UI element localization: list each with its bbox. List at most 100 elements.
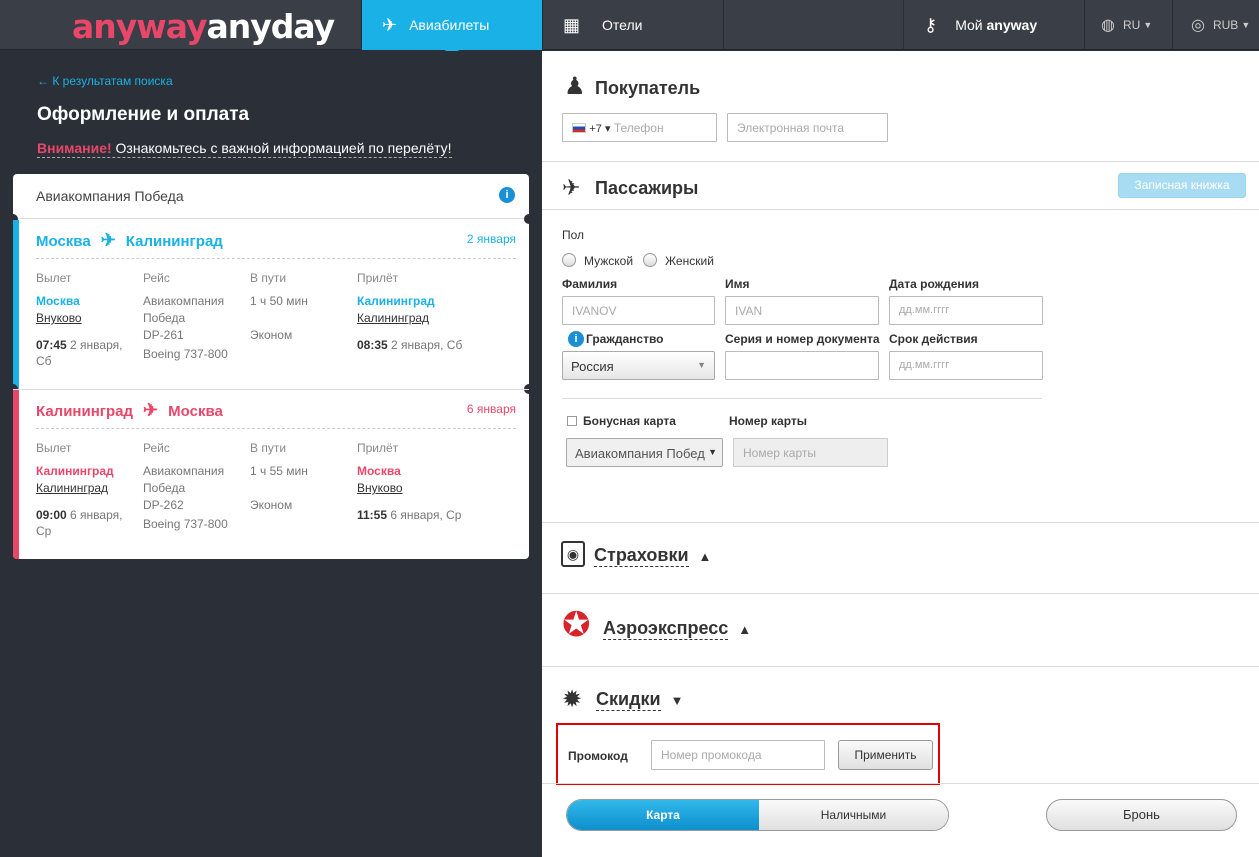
departure-time: 09:00 (36, 508, 67, 522)
coins-icon: ◎ (1191, 17, 1205, 34)
surname-input[interactable]: IVANOV (562, 296, 715, 325)
dob-input[interactable]: дд.мм.гггг (889, 296, 1043, 325)
departure-label: Вылет (36, 271, 72, 285)
pay-by-card-option[interactable]: Карта (567, 800, 759, 830)
gender-male-radio[interactable] (562, 253, 576, 267)
insurance-title: Страховки (594, 545, 689, 567)
logo[interactable]: anywayanyday (72, 7, 336, 46)
duration-label: В пути (250, 271, 287, 285)
checkout-form: ♟ Покупатель +7 ▾ Телефон Электронная по… (542, 51, 1259, 857)
email-field[interactable]: Электронная почта (727, 113, 888, 142)
address-book-button[interactable]: Записная книжка (1118, 173, 1246, 198)
cabin-class: Эконом (250, 328, 293, 342)
segment-route: Москва ✈ Калининград (36, 230, 223, 251)
phone-placeholder: Телефон (613, 121, 664, 135)
arrival-city: Москва (357, 464, 401, 478)
citizenship-value: Россия (571, 359, 614, 374)
discounts-toggle[interactable]: Скидки ▼ (596, 689, 683, 711)
nav-label-hotels: Отели (602, 17, 643, 33)
duration-column: В пути 1 ч 50 мин Эконом (250, 270, 350, 344)
name-input[interactable]: IVAN (725, 296, 879, 325)
expiry-input[interactable]: дд.мм.гггг (889, 351, 1043, 380)
aeroexpress-logo-icon: ✪ (562, 606, 591, 644)
pay-by-cash-option[interactable]: Наличными (759, 800, 948, 830)
phone-field[interactable]: +7 ▾ Телефон (562, 113, 717, 142)
building-icon: ▦ (563, 14, 581, 35)
logo-part-2: anyday (206, 7, 336, 46)
departure-label: Вылет (36, 441, 72, 455)
divider (542, 593, 1259, 594)
divider (542, 666, 1259, 667)
warning-label: Внимание! (37, 140, 112, 156)
divider (36, 428, 516, 429)
route-from: Москва (36, 233, 91, 250)
chevron-down-icon: ▼ (697, 360, 706, 370)
segment-route: Калининград ✈ Москва (36, 400, 223, 421)
arrival-label: Прилёт (357, 271, 399, 285)
discounts-title: Скидки (596, 689, 661, 711)
arrival-label: Прилёт (357, 441, 399, 455)
citizenship-label: Гражданство (586, 332, 664, 346)
route-to: Москва (168, 403, 223, 420)
card-header: Авиакомпания Победа i (13, 174, 529, 219)
plane-icon: ✈ (382, 14, 398, 35)
bonus-card-checkbox[interactable] (567, 416, 577, 426)
language-selector[interactable]: ◍ RU ▼ (1084, 0, 1172, 50)
gender-female-radio[interactable] (643, 253, 657, 267)
carrier-name: Авиакомпания Победа (143, 464, 225, 495)
document-input[interactable] (725, 351, 879, 380)
arrival-airport[interactable]: Калининград (357, 310, 517, 327)
card-number-input[interactable]: Номер карты (733, 438, 888, 467)
departure-airport[interactable]: Внуково (36, 310, 136, 327)
info-icon[interactable]: i (568, 331, 584, 347)
insurance-toggle[interactable]: Страховки ▲ (594, 545, 712, 567)
arrival-airport[interactable]: Внуково (357, 480, 517, 497)
flight-summary-card: Авиакомпания Победа i Москва ✈ Калининград… (13, 174, 529, 559)
nav-spacer (723, 0, 903, 50)
segment-color-bar (13, 220, 19, 390)
plane-icon: ✈ (562, 175, 581, 200)
flight-column: Рейс Авиакомпания Победа DP-262 Boeing 7… (143, 440, 243, 533)
gender-male-label[interactable]: Мужской (584, 254, 633, 268)
flight-segment-outbound: Москва ✈ Калининград 2 января Вылет Москва… (13, 220, 529, 390)
nav-my-anyway[interactable]: ⚷ Мой anyway (903, 0, 1084, 50)
gender-female-label[interactable]: Женский (665, 254, 714, 268)
arrival-time: 08:35 (357, 338, 388, 352)
phone-country-code[interactable]: +7 ▾ (589, 123, 610, 135)
nav-tab-flights[interactable]: ✈ Авиабилеты (361, 0, 542, 57)
apply-promo-button[interactable]: Применить (838, 740, 933, 770)
aircraft-type: Boeing 737-800 (143, 347, 228, 361)
arrival-column: Прилёт Калининград Калининград 08:35 2 я… (357, 270, 517, 354)
arrival-time: 11:55 (357, 508, 388, 522)
back-to-results-link[interactable]: ← К результатам поиска (37, 74, 173, 88)
route-to: Калининград (125, 233, 223, 250)
departure-airport[interactable]: Калининград (36, 480, 136, 497)
promo-code-input[interactable]: Номер промокода (651, 740, 825, 770)
arrival-date: 6 января, Ср (387, 508, 462, 522)
currency-selector[interactable]: ◎ RUB ▼ (1172, 0, 1259, 50)
language-value: RU (1122, 18, 1141, 32)
segment-date: 2 января (466, 232, 516, 246)
aeroexpress-toggle[interactable]: Аэроэкспресс ▲ (603, 618, 751, 640)
bonus-airline-select[interactable]: Авиакомпания Побед ▼ (566, 438, 723, 467)
divider (542, 783, 1259, 784)
flight-number: DP-261 (143, 328, 184, 342)
warning-link[interactable]: Внимание! Ознакомьтесь с важной информац… (37, 140, 452, 158)
nav-tab-hotels[interactable]: ▦ Отели (542, 0, 723, 50)
top-navigation-bar: anywayanyday ✈ Авиабилеты ▦ Отели ⚷ Мой any… (0, 0, 1259, 57)
info-icon[interactable]: i (499, 187, 515, 203)
passengers-section-title: Пассажиры (595, 178, 699, 198)
triangle-up-icon: ▲ (698, 549, 712, 564)
gender-label: Пол (562, 228, 585, 242)
departure-column: Вылет Калининград Калининград 09:00 6 ян… (36, 440, 136, 539)
flight-number: DP-262 (143, 498, 184, 512)
nav-label-my-bold: anyway (986, 17, 1038, 33)
flight-label: Рейс (143, 271, 170, 285)
citizenship-select[interactable]: Россия ▼ (562, 351, 715, 380)
aeroexpress-title: Аэроэкспресс (603, 618, 729, 640)
bonus-card-label[interactable]: Бонусная карта (583, 414, 676, 428)
divider (542, 161, 1259, 162)
name-label: Имя (725, 277, 750, 291)
book-button[interactable]: Бронь (1046, 799, 1237, 831)
nav-label-my: Мой (955, 17, 983, 33)
